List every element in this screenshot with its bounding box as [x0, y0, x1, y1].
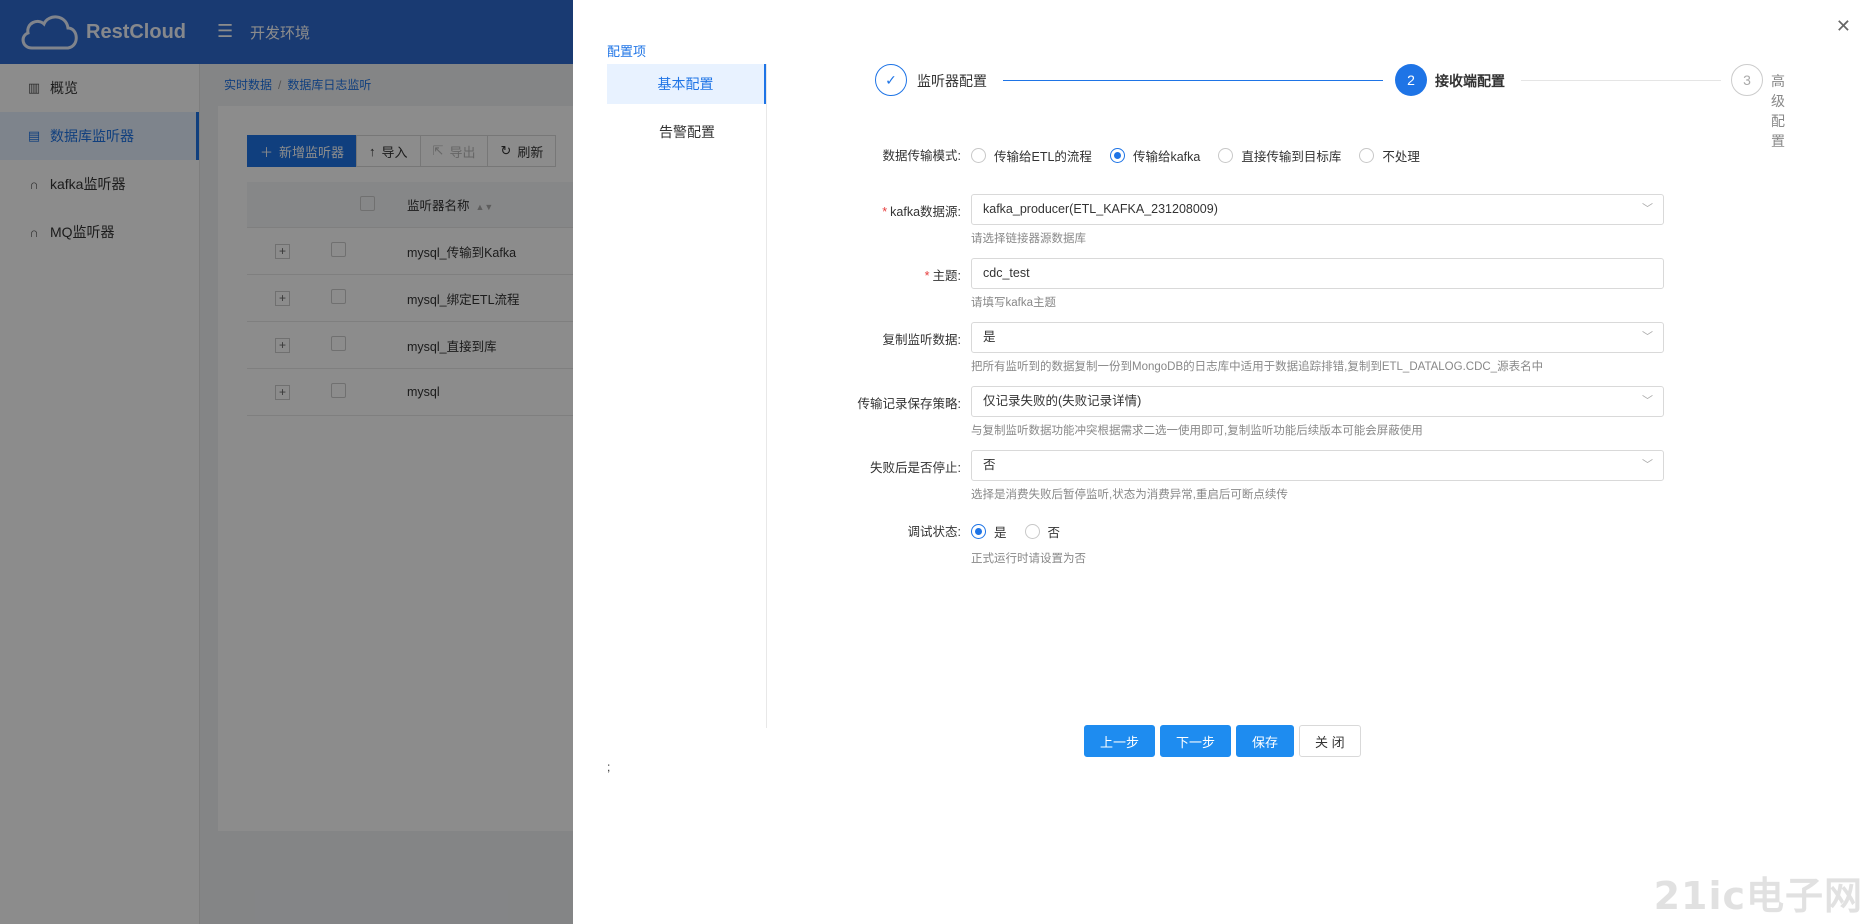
label-text: 主题: — [932, 269, 961, 283]
config-nav-title: 配置项 — [607, 44, 647, 59]
radio-label: 不处理 — [1382, 150, 1420, 164]
config-nav-basic[interactable]: 基本配置 — [607, 64, 767, 104]
label-text: kafka数据源: — [890, 205, 961, 219]
check-icon: ✓ — [875, 64, 907, 96]
radio-kafka[interactable]: 传输给kafka — [1109, 146, 1201, 165]
step-number: 3 — [1731, 64, 1763, 96]
step-connector — [1521, 80, 1721, 81]
radio-label: 是 — [994, 526, 1007, 540]
help-text: 请选择链接器源数据库 — [971, 233, 1086, 245]
radio-label: 否 — [1047, 526, 1061, 540]
record-policy-select[interactable]: 仅记录失败的(失败记录详情) ﹀ — [971, 386, 1664, 417]
field-label: 调试状态: — [907, 525, 961, 539]
help-text: 正式运行时请设置为否 — [971, 553, 1086, 565]
radio-checked-icon — [971, 524, 986, 539]
select-value: kafka_producer(ETL_KAFKA_231208009) — [983, 202, 1218, 216]
field-label: 数据传输模式: — [882, 149, 961, 163]
radio-no-process[interactable]: 不处理 — [1359, 146, 1420, 165]
drawer-footer: 上一步 下一步 保存 关 闭 — [1084, 725, 1361, 757]
save-button[interactable]: 保存 — [1236, 725, 1295, 757]
chevron-down-icon: ﹀ — [1642, 203, 1653, 215]
step-connector — [1003, 80, 1383, 81]
radio-debug-yes[interactable]: 是 — [971, 522, 1007, 541]
radio-checked-icon — [1109, 148, 1125, 163]
step-label: 高级配置 — [1771, 73, 1785, 149]
radio-label: 传输给kafka — [1132, 150, 1201, 164]
step-number: 2 — [1395, 64, 1427, 96]
chevron-down-icon: ﹀ — [1642, 459, 1653, 471]
steps-bar: ✓ 监听器配置 2 接收端配置 3 高级配置 — [875, 64, 1785, 149]
field-label: 传输记录保存策略: — [857, 397, 961, 411]
debug-radio-group: 是 否 — [971, 522, 1078, 541]
radio-circle-icon — [1024, 524, 1040, 539]
field-label: 复制监听数据: — [882, 333, 961, 347]
divider — [766, 64, 767, 728]
radio-label: 直接传输到目标库 — [1241, 150, 1342, 164]
step-label: 接收端配置 — [1435, 73, 1505, 89]
topic-input[interactable]: cdc_test — [971, 258, 1664, 289]
stop-on-fail-select[interactable]: 否 ﹀ — [971, 450, 1664, 481]
radio-circle-icon — [1218, 148, 1234, 163]
config-nav-alert[interactable]: 告警配置 — [607, 112, 767, 152]
help-text: 把所有监听到的数据复制一份到MongoDB的日志库中适用于数据追踪排错,复制到E… — [971, 361, 1544, 373]
config-nav: 基本配置 告警配置 — [607, 64, 767, 160]
kafka-source-select[interactable]: kafka_producer(ETL_KAFKA_231208009) ﹀ — [971, 194, 1664, 225]
help-text: 请填写kafka主题 — [971, 297, 1056, 309]
mode-radio-group: 传输给ETL的流程 传输给kafka 直接传输到目标库 不处理 — [971, 146, 1438, 165]
chevron-down-icon: ﹀ — [1642, 395, 1653, 407]
radio-label: 传输给ETL的流程 — [994, 150, 1092, 164]
help-text: 选择是消费失败后暂停监听,状态为消费异常,重启后可断点续传 — [971, 489, 1288, 501]
config-drawer: ✕ 配置项 基本配置 告警配置 ✓ 监听器配置 2 接收端配置 3 高级配置 数… — [573, 0, 1873, 924]
step-label: 监听器配置 — [917, 73, 987, 89]
close-button[interactable]: 关 闭 — [1299, 725, 1361, 757]
chevron-down-icon: ﹀ — [1642, 331, 1653, 343]
next-step-button[interactable]: 下一步 — [1160, 725, 1232, 757]
close-icon[interactable]: ✕ — [1836, 16, 1851, 37]
radio-circle-icon — [971, 148, 986, 163]
field-label: * 主题: — [924, 269, 961, 283]
copy-data-select[interactable]: 是 ﹀ — [971, 322, 1664, 353]
radio-etl[interactable]: 传输给ETL的流程 — [971, 146, 1092, 165]
stray-text: ; — [607, 760, 611, 774]
prev-step-button[interactable]: 上一步 — [1084, 725, 1156, 757]
select-value: 仅记录失败的(失败记录详情) — [983, 394, 1142, 408]
watermark: 21ic电子网 — [1653, 874, 1863, 918]
field-label: 失败后是否停止: — [870, 461, 961, 475]
select-value: 否 — [983, 458, 996, 472]
select-value: 是 — [983, 330, 996, 344]
help-text: 与复制监听数据功能冲突根据需求二选一使用即可,复制监听功能后续版本可能会屏蔽使用 — [971, 425, 1423, 437]
radio-target-db[interactable]: 直接传输到目标库 — [1218, 146, 1341, 165]
radio-debug-no[interactable]: 否 — [1024, 522, 1061, 541]
radio-circle-icon — [1359, 148, 1375, 163]
field-label: * kafka数据源: — [882, 205, 961, 219]
